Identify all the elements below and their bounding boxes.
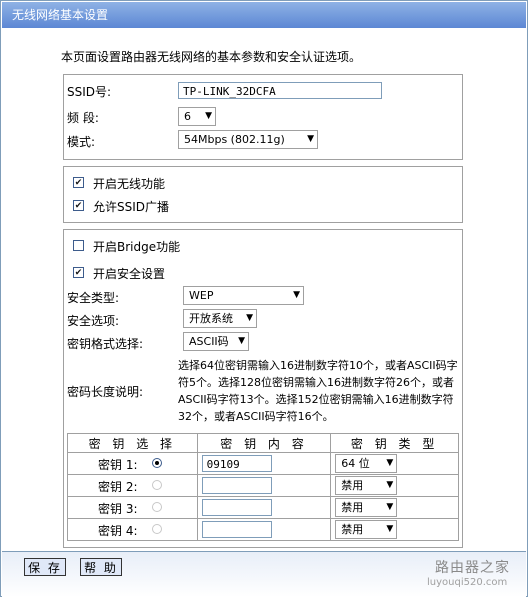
key-3-type-select[interactable]: 禁用 ▼ [335,498,398,517]
key-3-label: 密钥 3: [98,502,138,516]
key-1-input[interactable]: 09109 [201,455,272,472]
security-type-select[interactable]: WEP ▼ [183,286,304,305]
key-4-input[interactable] [201,521,272,538]
channel-select[interactable]: 6 ▼ [178,107,216,126]
bridge-checkbox[interactable] [73,240,84,251]
key-1-type-select[interactable]: 64 位 ▼ [335,454,398,473]
security-type-label: 安全类型: [67,291,120,305]
settings-window: 无线网络基本设置 本页面设置路由器无线网络的基本参数和安全认证选项。 SSID号… [0,0,528,597]
column-header-key-content: 密 钥 内 容 [196,433,332,453]
chevron-down-icon: ▼ [205,111,212,121]
watermark-url: luyouqi520.com [427,577,508,588]
chevron-down-icon: ▼ [386,524,394,534]
help-button[interactable]: 帮 助 [80,558,122,576]
enable-wireless-checkbox[interactable] [73,177,84,188]
key-3-input[interactable] [201,499,272,516]
chevron-down-icon: ▼ [238,336,245,346]
table-row: 密钥 3: 禁用 ▼ [67,496,459,519]
enable-security-label: 开启安全设置 [93,267,166,281]
channel-label: 频 段: [67,111,99,125]
page-title: 无线网络基本设置 [12,8,109,22]
key-format-value: ASCII码 [189,335,229,348]
key-format-select[interactable]: ASCII码 ▼ [183,332,249,351]
key-3-radio[interactable] [152,502,162,512]
watermark-name: 路由器之家 [435,560,510,576]
title-bar: 无线网络基本设置 [2,2,526,28]
column-header-key-type: 密 钥 类 型 [330,433,459,453]
key-2-radio[interactable] [152,480,162,490]
key-2-type-select[interactable]: 禁用 ▼ [335,476,398,495]
key-4-type-select[interactable]: 禁用 ▼ [335,520,398,539]
security-type-value: WEP [189,289,214,302]
key-1-type-value: 64 位 [341,457,370,470]
security-option-value: 开放系统 [189,312,233,325]
key-length-label: 密码长度说明: [67,385,144,399]
table-header-row: 密 钥 选 择 密 钥 内 容 密 钥 类 型 [67,433,459,453]
chevron-down-icon: ▼ [246,313,253,323]
enable-wireless-label: 开启无线功能 [93,177,166,191]
mode-select[interactable]: 54Mbps (802.11g) ▼ [178,130,318,149]
basic-settings-panel: SSID号: TP-LINK_32DCFA 频 段: 6 ▼ 模式: 54Mbp… [63,74,463,160]
key-2-input[interactable] [201,477,272,494]
key-4-type-value: 禁用 [341,523,364,536]
chevron-down-icon: ▼ [386,480,394,490]
key-format-label: 密钥格式选择: [67,337,144,351]
column-header-key-select: 密 钥 选 择 [67,433,198,453]
chevron-down-icon: ▼ [307,134,314,144]
wep-keys-table: 密 钥 选 择 密 钥 内 容 密 钥 类 型 密钥 1: 09109 64 位… [67,433,459,541]
ssid-broadcast-label: 允许SSID广播 [93,200,170,214]
key-4-radio[interactable] [152,524,162,534]
table-row: 密钥 4: 禁用 ▼ [67,518,459,541]
ssid-input[interactable]: TP-LINK_32DCFA [178,82,382,99]
intro-text: 本页面设置路由器无线网络的基本参数和安全认证选项。 [61,50,362,64]
mode-label: 模式: [67,135,96,149]
security-panel: 开启Bridge功能 开启安全设置 安全类型: WEP ▼ 安全选项: 开放系统… [63,229,463,548]
wireless-panel: 开启无线功能 允许SSID广播 [63,166,463,223]
table-row: 密钥 1: 09109 64 位 ▼ [67,452,459,475]
chevron-down-icon: ▼ [293,290,300,300]
security-option-label: 安全选项: [67,314,120,328]
ssid-broadcast-checkbox[interactable] [73,200,84,211]
mode-value: 54Mbps (802.11g) [184,133,285,146]
key-4-label: 密钥 4: [98,524,138,538]
chevron-down-icon: ▼ [386,458,394,468]
ssid-label: SSID号: [67,85,112,99]
enable-security-checkbox[interactable] [73,267,84,278]
key-2-label: 密钥 2: [98,480,138,494]
table-row: 密钥 2: 禁用 ▼ [67,474,459,497]
save-button[interactable]: 保 存 [24,558,66,576]
security-option-select[interactable]: 开放系统 ▼ [183,309,257,328]
key-length-description: 选择64位密钥需输入16进制数字符10个，或者ASCII码字符5个。选择128位… [178,359,458,423]
key-2-type-value: 禁用 [341,479,364,492]
bridge-label: 开启Bridge功能 [93,240,181,254]
key-1-radio[interactable] [152,458,162,468]
key-3-type-value: 禁用 [341,501,364,514]
key-1-label: 密钥 1: [98,458,138,472]
channel-value: 6 [184,110,191,123]
chevron-down-icon: ▼ [386,502,394,512]
